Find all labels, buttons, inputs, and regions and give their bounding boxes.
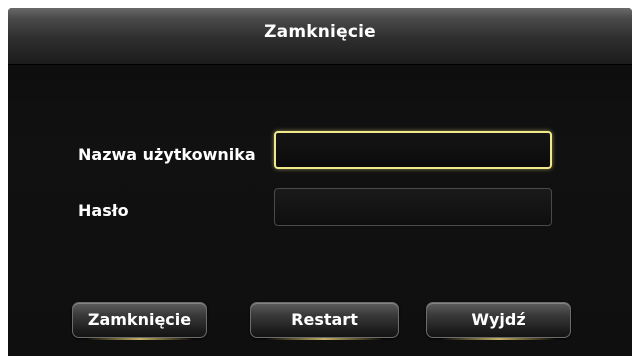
exit-button[interactable]: Wyjdź [426,302,571,340]
dialog-titlebar: Zamknięcie [8,8,632,65]
password-input[interactable] [274,188,552,226]
password-label: Hasło [78,201,129,220]
username-input[interactable] [274,131,552,169]
restart-button[interactable]: Restart [250,302,399,340]
dialog-title: Zamknięcie [264,22,376,42]
username-label: Nazwa użytkownika [78,145,256,164]
shutdown-dialog: Zamknięcie Nazwa użytkownika Hasło Zamkn… [8,8,632,356]
shutdown-button[interactable]: Zamknięcie [72,302,207,340]
